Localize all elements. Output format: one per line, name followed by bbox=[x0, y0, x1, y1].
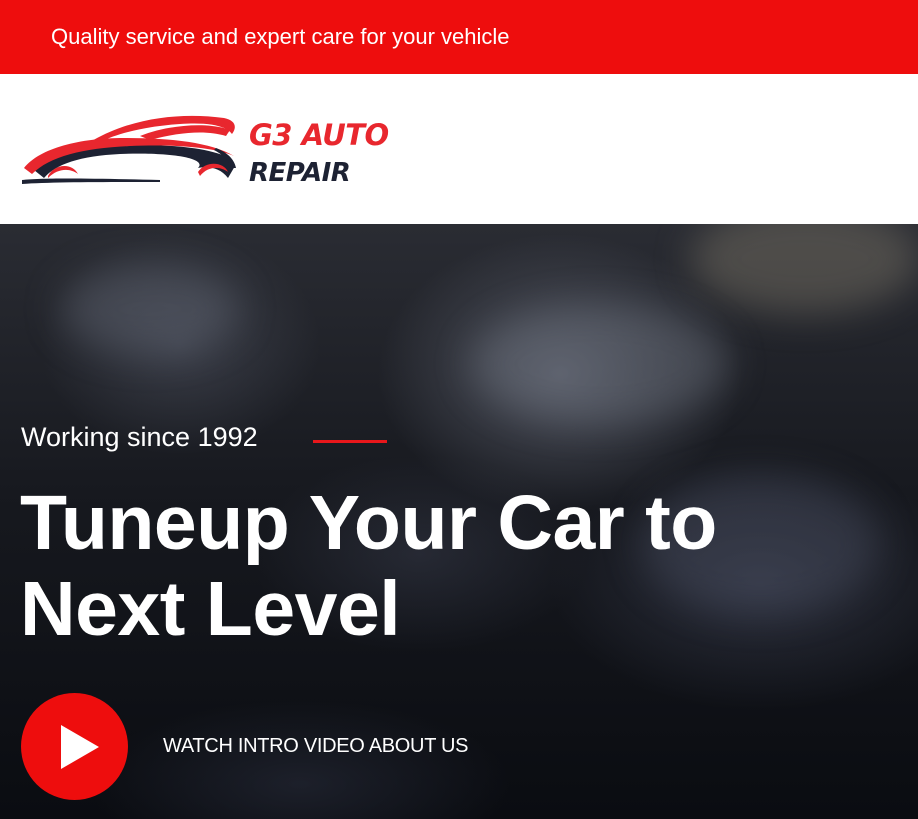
tagline-divider bbox=[313, 440, 387, 443]
hero-headline-line-1: Tuneup Your Car to bbox=[20, 480, 717, 566]
hero-bg-blur bbox=[690, 224, 918, 314]
hero-headline: Tuneup Your Car to Next Level bbox=[20, 480, 820, 652]
play-icon bbox=[61, 725, 99, 769]
top-bar-message: Quality service and expert care for your… bbox=[51, 24, 510, 49]
car-logo-icon bbox=[22, 115, 236, 184]
hero-headline-line-2: Next Level bbox=[20, 566, 401, 652]
hero-bg-blur bbox=[60, 264, 240, 354]
play-video-button[interactable] bbox=[21, 693, 128, 800]
site-logo[interactable]: G3 AUTO REPAIR bbox=[20, 108, 420, 198]
hero-section: Working since 1992 Tuneup Your Car to Ne… bbox=[0, 224, 918, 819]
logo-text-repair: REPAIR bbox=[249, 158, 351, 188]
watch-intro-video-link[interactable]: WATCH INTRO VIDEO ABOUT US bbox=[163, 735, 469, 758]
hero-tagline: Working since 1992 bbox=[21, 422, 258, 452]
top-announcement-bar: Quality service and expert care for your… bbox=[0, 0, 918, 74]
site-header: G3 AUTO REPAIR bbox=[0, 74, 918, 224]
logo-text-g3-auto: G3 AUTO bbox=[249, 118, 389, 152]
hero-bg-blur bbox=[470, 304, 730, 424]
